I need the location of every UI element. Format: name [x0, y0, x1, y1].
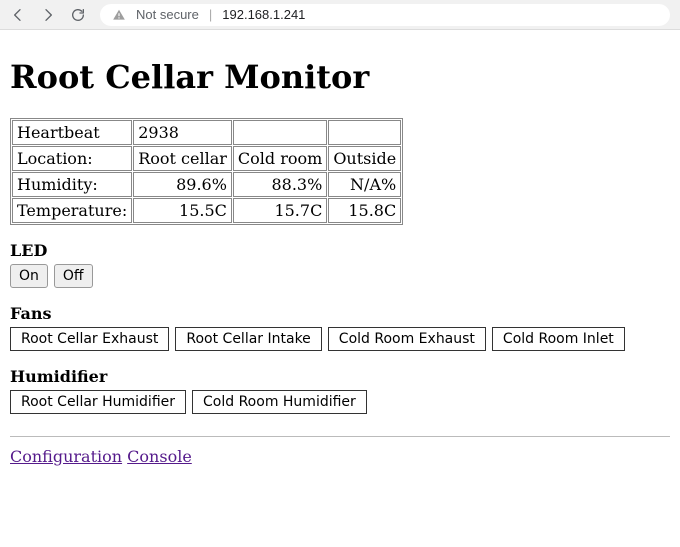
url-text: 192.168.1.241 — [222, 7, 305, 22]
humidity-label: Humidity: — [12, 172, 132, 197]
fan-root-cellar-intake-button[interactable]: Root Cellar Intake — [175, 327, 321, 351]
reload-icon[interactable] — [70, 7, 86, 23]
location-c3: Outside — [328, 146, 401, 171]
humidifier-root-cellar-button[interactable]: Root Cellar Humidifier — [10, 390, 186, 414]
table-row-location: Location: Root cellar Cold room Outside — [12, 146, 401, 171]
address-separator: | — [209, 7, 212, 22]
address-bar[interactable]: Not secure | 192.168.1.241 — [100, 4, 670, 26]
humidity-c3: N/A% — [328, 172, 401, 197]
page-title: Root Cellar Monitor — [10, 58, 670, 96]
humidifier-cold-room-button[interactable]: Cold Room Humidifier — [192, 390, 367, 414]
table-row-temperature: Temperature: 15.5C 15.7C 15.8C — [12, 198, 401, 223]
warning-icon — [112, 8, 126, 22]
heartbeat-value: 2938 — [133, 120, 232, 145]
back-icon[interactable] — [10, 7, 26, 23]
humidity-c1: 89.6% — [133, 172, 232, 197]
led-off-button[interactable]: Off — [54, 264, 93, 288]
led-on-button[interactable]: On — [10, 264, 48, 288]
footer-divider — [10, 436, 670, 437]
humidifier-heading: Humidifier — [10, 367, 670, 386]
humidity-c2: 88.3% — [233, 172, 327, 197]
configuration-link[interactable]: Configuration — [10, 447, 122, 466]
location-c1: Root cellar — [133, 146, 232, 171]
fan-root-cellar-exhaust-button[interactable]: Root Cellar Exhaust — [10, 327, 169, 351]
sensor-table: Heartbeat 2938 Location: Root cellar Col… — [10, 118, 403, 225]
temperature-c2: 15.7C — [233, 198, 327, 223]
browser-chrome: Not secure | 192.168.1.241 — [0, 0, 680, 30]
temperature-label: Temperature: — [12, 198, 132, 223]
table-row-heartbeat: Heartbeat 2938 — [12, 120, 401, 145]
location-c2: Cold room — [233, 146, 327, 171]
led-heading: LED — [10, 241, 670, 260]
temperature-c1: 15.5C — [133, 198, 232, 223]
not-secure-label: Not secure — [136, 7, 199, 22]
fans-heading: Fans — [10, 304, 670, 323]
console-link[interactable]: Console — [127, 447, 192, 466]
table-row-humidity: Humidity: 89.6% 88.3% N/A% — [12, 172, 401, 197]
location-label: Location: — [12, 146, 132, 171]
forward-icon[interactable] — [40, 7, 56, 23]
fan-cold-room-exhaust-button[interactable]: Cold Room Exhaust — [328, 327, 486, 351]
fan-cold-room-inlet-button[interactable]: Cold Room Inlet — [492, 327, 625, 351]
heartbeat-label: Heartbeat — [12, 120, 132, 145]
temperature-c3: 15.8C — [328, 198, 401, 223]
